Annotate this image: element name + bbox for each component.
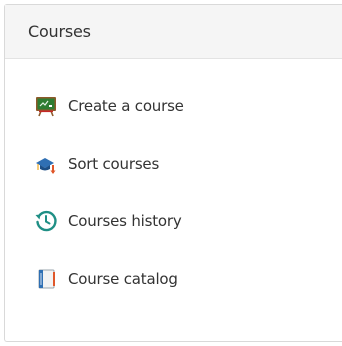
sort-courses-icon [33,151,59,177]
menu-item-label: Sort courses [68,155,160,173]
courses-panel: Courses Create a course Sort courses Cou… [4,4,342,342]
panel-title: Courses [28,22,91,41]
menu-item-label: Course catalog [68,270,178,288]
menu-item-label: Courses history [68,212,182,230]
menu-item-courses-history[interactable]: Courses history [33,207,182,235]
panel-header: Courses [5,5,342,59]
chalkboard-icon [33,93,59,119]
menu-item-course-catalog[interactable]: Course catalog [33,265,178,293]
history-icon [33,208,59,234]
menu-item-label: Create a course [68,97,184,115]
catalog-book-icon [33,266,59,292]
menu-item-create-course[interactable]: Create a course [33,92,184,120]
menu-item-sort-courses[interactable]: Sort courses [33,150,159,178]
